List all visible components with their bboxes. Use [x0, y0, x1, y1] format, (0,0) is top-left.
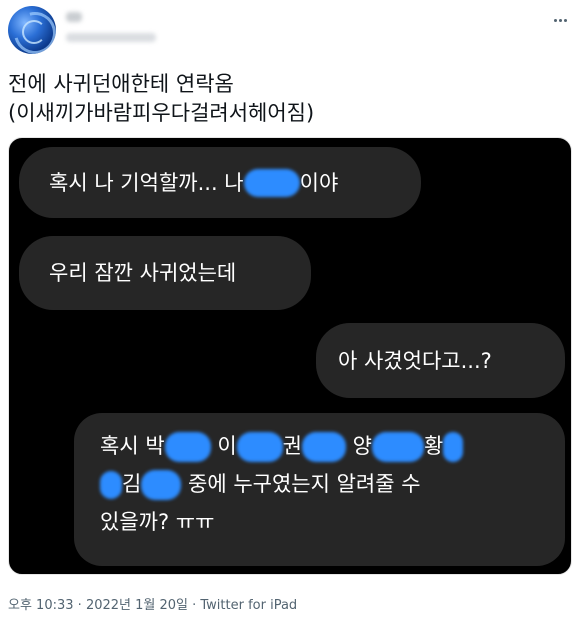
tweet-date[interactable]: 2022년 1월 20일: [86, 598, 188, 613]
message-bubble-received: 우리 잠깐 사귀었는데: [19, 236, 311, 310]
message-text: 우리 잠깐 사귀었는데: [49, 261, 237, 285]
message-bubble-sent: 아 사겼엇다고...?: [316, 323, 565, 398]
tweet-text-line: (이새끼가바람피우다걸려서헤어짐): [8, 101, 315, 125]
redaction-scribble: [100, 471, 122, 499]
avatar[interactable]: [8, 6, 56, 54]
message-text: 이야: [299, 170, 339, 195]
redaction-scribble: [301, 432, 346, 462]
message-line: 혹시 박 이권 양황: [100, 427, 464, 465]
redaction-scribble: [443, 432, 464, 462]
redaction-scribble: [141, 470, 182, 500]
redaction-scribble: [236, 432, 283, 462]
message-text: 혹시 나 기억할까... 나: [49, 170, 244, 195]
redaction-scribble: [164, 432, 211, 462]
tweet-time[interactable]: 오후 10:33: [8, 598, 74, 613]
tweet-text-line: 전에 사귀던애한테 연락옴: [8, 72, 234, 96]
tweet-header: [0, 0, 580, 62]
message-text: 아 사겼엇다고...?: [338, 348, 492, 373]
message-bubble-received: 혹시 박 이권 양황 김 중에 누구였는지 알려줄 수 있을까? ㅠㅠ: [74, 413, 565, 566]
tweet-metadata: 오후 10:33 · 2022년 1월 20일 · Twitter for iP…: [8, 598, 298, 613]
more-options-button[interactable]: [548, 8, 572, 32]
redaction-scribble: [243, 168, 300, 197]
more-horizontal-icon: [553, 18, 557, 22]
tweet-source-link[interactable]: Twitter for iPad: [200, 598, 297, 613]
message-line: 있을까? ㅠㅠ: [100, 510, 215, 534]
message-line: 김 중에 누구였는지 알려줄 수: [100, 465, 463, 503]
blurred-display-name: [66, 12, 82, 22]
blurred-username: [66, 33, 156, 42]
redaction-scribble: [371, 432, 424, 462]
tweet-text: 전에 사귀던애한테 연락옴 (이새끼가바람피우다걸려서헤어짐): [8, 70, 568, 128]
tweet-media-screenshot[interactable]: 혹시 나 기억할까... 나 이야 우리 잠깐 사귀었는데 아 사겼엇다고...…: [8, 137, 572, 575]
message-bubble-received: 혹시 나 기억할까... 나 이야: [19, 147, 421, 218]
